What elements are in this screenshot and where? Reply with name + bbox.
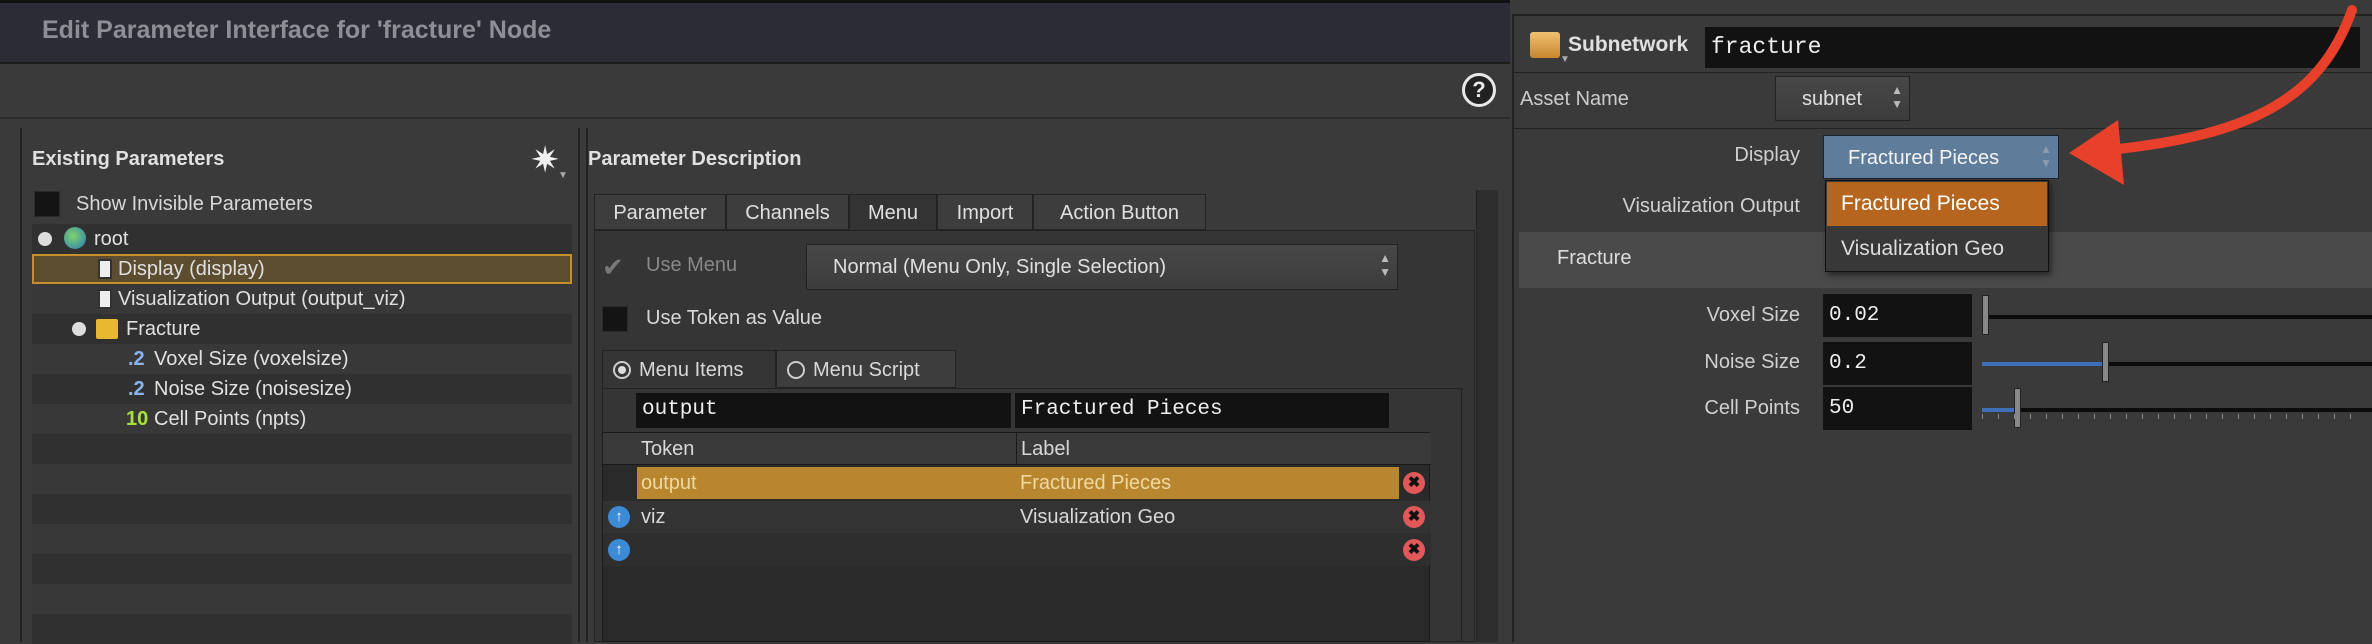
annotation-arrow xyxy=(2069,5,2357,185)
